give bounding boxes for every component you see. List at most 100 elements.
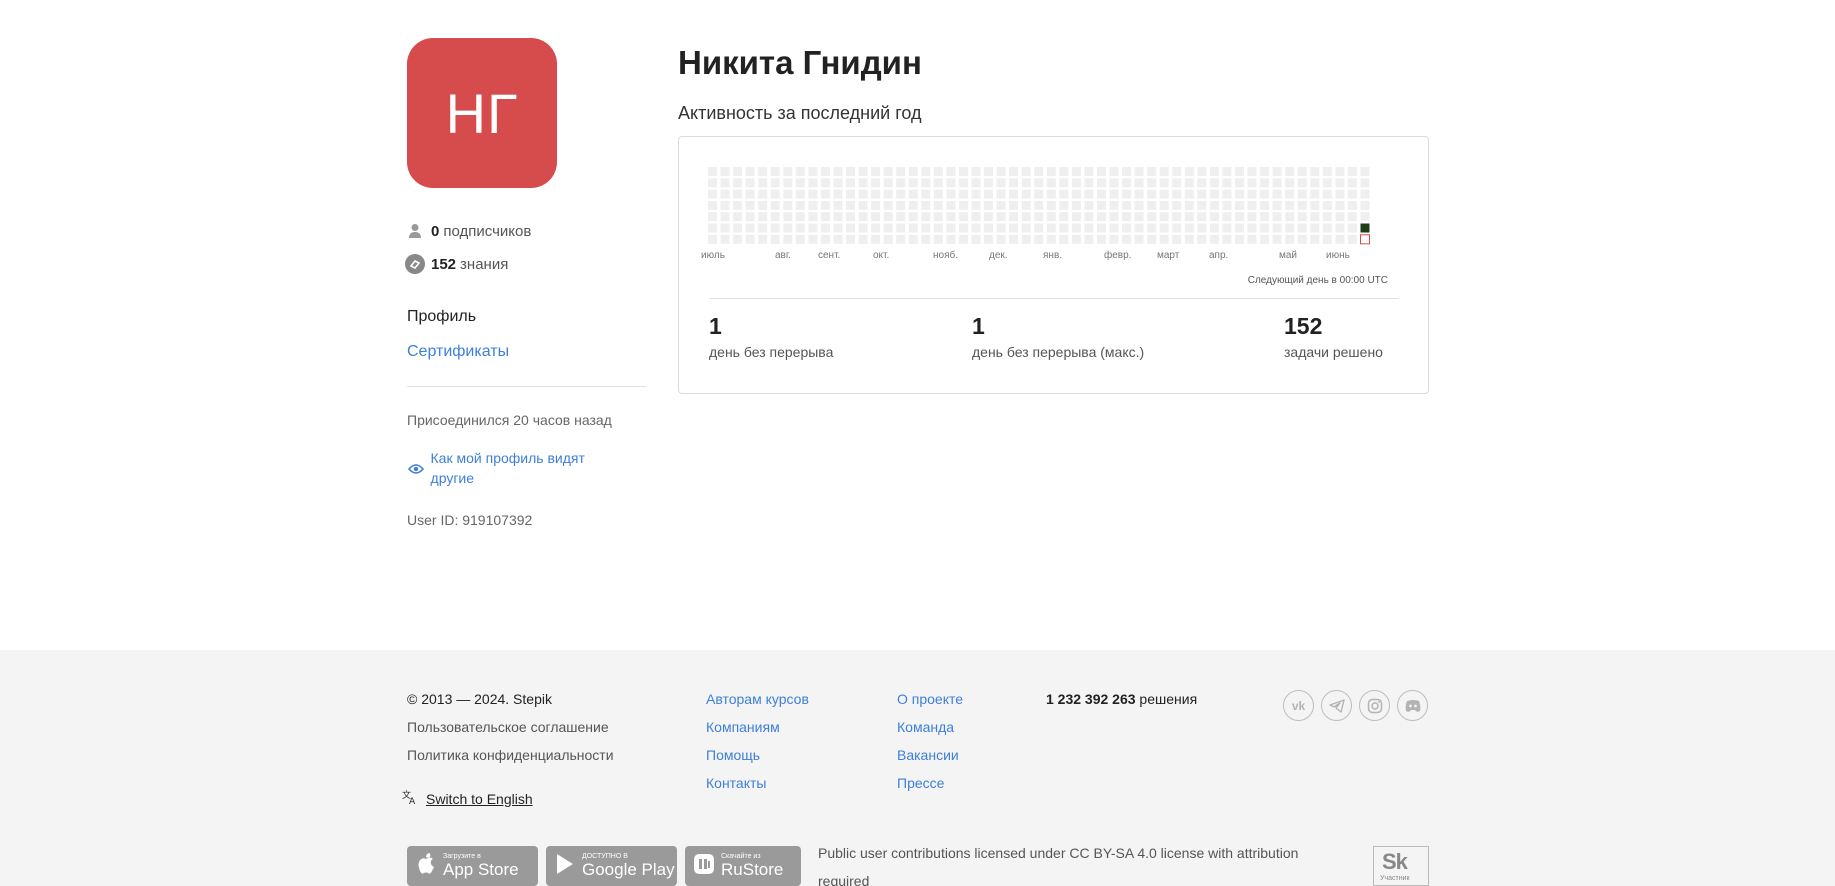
heatmap-cell[interactable] — [1097, 234, 1106, 244]
heatmap-cell[interactable] — [1172, 212, 1182, 222]
heatmap-cell[interactable] — [808, 212, 818, 222]
heatmap-cell[interactable] — [1222, 212, 1232, 222]
heatmap-cell[interactable] — [1260, 200, 1270, 210]
heatmap-cell[interactable] — [858, 178, 868, 188]
heatmap-cell[interactable] — [1209, 212, 1219, 222]
heatmap-cell[interactable] — [1322, 189, 1332, 199]
heatmap-cell[interactable] — [1046, 212, 1056, 222]
heatmap-cell[interactable] — [1159, 178, 1169, 188]
heatmap-cell[interactable] — [783, 223, 793, 233]
sidebar-item-certificates[interactable]: Сертификаты — [407, 343, 509, 361]
heatmap-cell[interactable] — [1322, 223, 1332, 233]
heatmap-cell[interactable] — [1235, 234, 1244, 244]
heatmap-cell[interactable] — [1159, 234, 1169, 244]
heatmap-cell[interactable] — [871, 212, 881, 222]
heatmap-cell[interactable] — [971, 178, 981, 188]
footer-link-about[interactable]: О проекте — [897, 691, 963, 707]
heatmap-cell[interactable] — [1335, 234, 1345, 244]
heatmap-cell[interactable] — [1071, 178, 1081, 188]
heatmap-cell[interactable] — [1222, 223, 1232, 233]
heatmap-cell[interactable] — [820, 212, 830, 222]
heatmap-cell[interactable] — [1335, 223, 1345, 233]
heatmap-cell[interactable] — [1046, 167, 1056, 176]
heatmap-cell[interactable] — [896, 223, 906, 233]
heatmap-cell[interactable] — [720, 223, 730, 233]
heatmap-cell[interactable] — [758, 212, 768, 222]
heatmap-cell[interactable] — [1147, 167, 1157, 176]
heatmap-cell[interactable] — [1034, 200, 1044, 210]
heatmap-cell[interactable] — [1297, 234, 1307, 244]
heatmap-cell[interactable] — [1285, 234, 1295, 244]
heatmap-cell[interactable] — [1021, 189, 1031, 199]
heatmap-cell[interactable] — [1021, 167, 1031, 176]
heatmap-cell[interactable] — [745, 167, 755, 176]
heatmap-cell[interactable] — [1322, 200, 1332, 210]
heatmap-cell[interactable] — [1235, 212, 1244, 222]
heatmap-cell[interactable] — [1197, 178, 1207, 188]
heatmap-cell[interactable] — [1122, 234, 1132, 244]
heatmap-cell[interactable] — [883, 167, 893, 176]
heatmap-cell[interactable] — [1297, 167, 1307, 176]
heatmap-cell[interactable] — [1235, 189, 1244, 199]
heatmap-cell[interactable] — [1071, 223, 1081, 233]
heatmap-cell[interactable] — [846, 167, 855, 176]
heatmap-cell[interactable] — [758, 200, 768, 210]
heatmap-cell[interactable] — [1046, 234, 1056, 244]
heatmap-cell[interactable] — [1134, 178, 1144, 188]
heatmap-cell[interactable] — [1009, 200, 1019, 210]
heatmap-cell[interactable] — [1084, 167, 1094, 176]
heatmap-cell[interactable] — [1071, 200, 1081, 210]
heatmap-cell[interactable] — [808, 189, 818, 199]
heatmap-cell[interactable] — [858, 200, 868, 210]
heatmap-cell[interactable] — [1260, 167, 1270, 176]
heatmap-cell[interactable] — [795, 200, 805, 210]
heatmap-cell[interactable] — [1260, 223, 1270, 233]
heatmap-cell[interactable] — [921, 178, 931, 188]
heatmap-cell[interactable] — [1272, 223, 1282, 233]
heatmap-cell[interactable] — [1021, 212, 1031, 222]
heatmap-cell[interactable] — [770, 212, 780, 222]
heatmap-cell[interactable] — [896, 178, 906, 188]
heatmap-cell[interactable] — [846, 212, 855, 222]
heatmap-cell[interactable] — [1059, 200, 1069, 210]
heatmap-cell[interactable] — [783, 234, 793, 244]
heatmap-cell[interactable] — [745, 200, 755, 210]
heatmap-cell[interactable] — [1084, 234, 1094, 244]
heatmap-cell[interactable] — [1360, 200, 1370, 210]
heatmap-cell[interactable] — [996, 223, 1006, 233]
heatmap-cell[interactable] — [1071, 234, 1081, 244]
footer-link-contacts[interactable]: Контакты — [706, 775, 766, 791]
heatmap-cell[interactable] — [1172, 189, 1182, 199]
heatmap-cell[interactable] — [1209, 234, 1219, 244]
heatmap-cell[interactable] — [1285, 223, 1295, 233]
heatmap-cell[interactable] — [1084, 189, 1094, 199]
heatmap-cell[interactable] — [1034, 234, 1044, 244]
heatmap-cell[interactable] — [996, 167, 1006, 176]
heatmap-cell[interactable] — [1360, 178, 1370, 188]
heatmap-cell[interactable] — [908, 234, 918, 244]
heatmap-cell[interactable] — [733, 189, 743, 199]
heatmap-cell[interactable] — [896, 189, 906, 199]
heatmap-cell[interactable] — [1046, 189, 1056, 199]
heatmap-cell[interactable] — [1122, 212, 1132, 222]
heatmap-cell[interactable] — [1059, 189, 1069, 199]
heatmap-cell[interactable] — [770, 189, 780, 199]
heatmap-cell[interactable] — [883, 212, 893, 222]
heatmap-cell[interactable] — [1247, 167, 1257, 176]
heatmap-cell[interactable] — [708, 178, 717, 188]
heatmap-cell[interactable] — [708, 189, 717, 199]
heatmap-cell[interactable] — [1360, 212, 1370, 222]
heatmap-cell[interactable] — [996, 200, 1006, 210]
heatmap-cell[interactable] — [1297, 212, 1307, 222]
heatmap-cell[interactable] — [833, 234, 843, 244]
heatmap-cell[interactable] — [1360, 167, 1370, 176]
heatmap-cell[interactable] — [908, 223, 918, 233]
heatmap-cell[interactable] — [971, 200, 981, 210]
heatmap-cell[interactable] — [1197, 223, 1207, 233]
heatmap-cell[interactable] — [1021, 234, 1031, 244]
heatmap-cell[interactable] — [1134, 189, 1144, 199]
heatmap-cell[interactable] — [996, 212, 1006, 222]
heatmap-cell[interactable] — [921, 212, 931, 222]
heatmap-cell[interactable] — [1285, 212, 1295, 222]
heatmap-cell[interactable] — [808, 178, 818, 188]
